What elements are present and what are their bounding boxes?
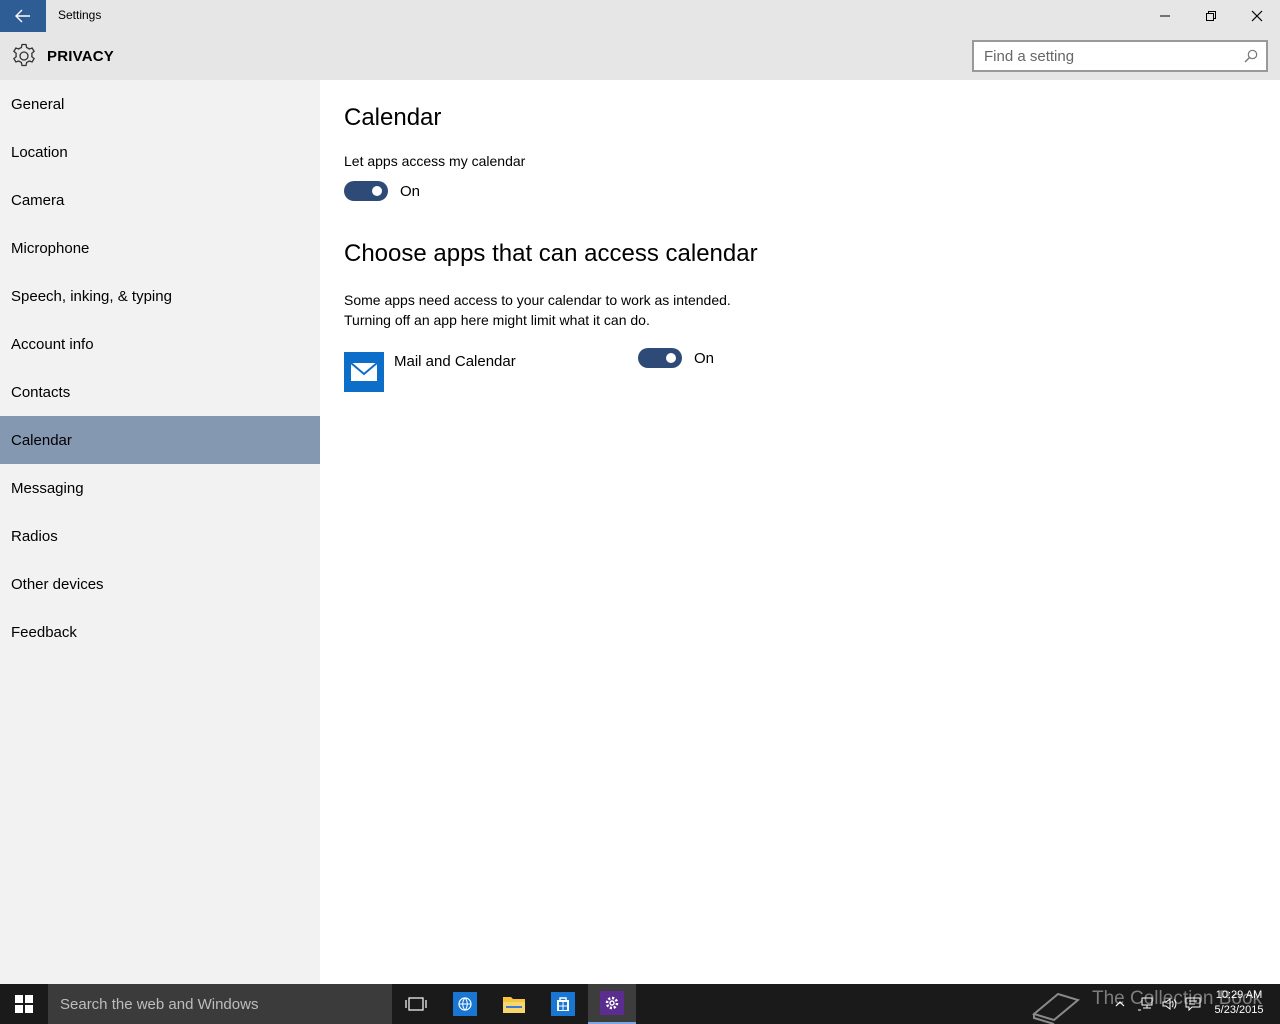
- action-center-button[interactable]: [1182, 984, 1204, 1024]
- app-name: Mail and Calendar: [394, 353, 516, 370]
- task-view-button[interactable]: [392, 984, 440, 1024]
- choose-apps-description: Some apps need access to your calendar t…: [344, 290, 731, 330]
- clock-date: 5/23/2015: [1214, 1004, 1264, 1016]
- minimize-icon: [1160, 15, 1170, 17]
- show-hidden-icons-button[interactable]: [1112, 984, 1128, 1024]
- sidebar: General Location Camera Microphone Speec…: [0, 80, 320, 984]
- taskbar-search-box[interactable]: Search the web and Windows: [48, 984, 392, 1024]
- browser-taskbar-button[interactable]: [441, 984, 489, 1024]
- settings-gear-icon: [600, 991, 624, 1015]
- mail-calendar-app-tile: [344, 352, 384, 392]
- settings-search-input[interactable]: [974, 42, 1224, 70]
- globe-icon: [453, 992, 477, 1016]
- calendar-access-toggle-state: On: [400, 183, 421, 200]
- sidebar-item-calendar[interactable]: Calendar: [0, 416, 320, 464]
- settings-taskbar-button[interactable]: [588, 984, 636, 1024]
- toggle-knob: [666, 353, 676, 363]
- calendar-access-toggle[interactable]: [344, 181, 388, 201]
- settings-search[interactable]: [972, 40, 1268, 72]
- sidebar-item-feedback[interactable]: Feedback: [0, 608, 320, 656]
- close-button[interactable]: [1234, 0, 1280, 32]
- gear-icon: [13, 43, 35, 67]
- title-bar: Settings: [0, 0, 1280, 32]
- restore-icon: [1206, 11, 1216, 21]
- clock-time: 10:29 AM: [1215, 989, 1263, 1001]
- back-button[interactable]: [0, 0, 46, 32]
- access-label: Let apps access my calendar: [344, 153, 526, 169]
- sidebar-item-account-info[interactable]: Account info: [0, 320, 320, 368]
- network-icon: [1138, 997, 1153, 1011]
- taskbar-clock[interactable]: 10:29 AM 5/23/2015: [1208, 988, 1270, 1018]
- mail-calendar-toggle[interactable]: [638, 348, 682, 368]
- book-watermark-icon: [1031, 992, 1081, 1024]
- back-arrow-icon: [15, 9, 30, 23]
- restore-button[interactable]: [1188, 0, 1234, 32]
- windows-logo-icon: [15, 995, 33, 1013]
- volume-icon: [1162, 998, 1177, 1010]
- close-icon: [1251, 10, 1263, 22]
- mail-calendar-toggle-state: On: [694, 350, 715, 367]
- store-taskbar-button[interactable]: [539, 984, 587, 1024]
- start-button[interactable]: [0, 984, 48, 1024]
- search-icon[interactable]: [1244, 49, 1258, 63]
- mail-icon: [350, 362, 378, 381]
- sidebar-item-general[interactable]: General: [0, 80, 320, 128]
- sidebar-item-speech-inking-typing[interactable]: Speech, inking, & typing: [0, 272, 320, 320]
- sidebar-item-camera[interactable]: Camera: [0, 176, 320, 224]
- chevron-up-icon: [1115, 1001, 1125, 1007]
- settings-header: PRIVACY: [0, 32, 1280, 80]
- sidebar-item-location[interactable]: Location: [0, 128, 320, 176]
- choose-apps-heading: Choose apps that can access calendar: [344, 240, 758, 267]
- description-line-2: Turning off an app here might limit what…: [344, 312, 650, 328]
- folder-icon: [503, 997, 525, 1013]
- sidebar-item-microphone[interactable]: Microphone: [0, 224, 320, 272]
- window-title: Settings: [58, 8, 102, 22]
- section-title: PRIVACY: [47, 48, 114, 65]
- description-line-1: Some apps need access to your calendar t…: [344, 292, 731, 308]
- store-icon: [551, 992, 575, 1016]
- file-explorer-taskbar-button[interactable]: [490, 984, 538, 1024]
- taskbar: Search the web and Windows The Collectio…: [0, 984, 1280, 1024]
- minimize-button[interactable]: [1142, 0, 1188, 32]
- network-tray-button[interactable]: [1134, 984, 1156, 1024]
- notification-icon: [1185, 997, 1201, 1011]
- toggle-knob: [372, 186, 382, 196]
- volume-tray-button[interactable]: [1158, 984, 1180, 1024]
- sidebar-item-messaging[interactable]: Messaging: [0, 464, 320, 512]
- sidebar-item-contacts[interactable]: Contacts: [0, 368, 320, 416]
- page-title: Calendar: [344, 104, 442, 131]
- task-view-icon: [405, 997, 427, 1011]
- sidebar-item-radios[interactable]: Radios: [0, 512, 320, 560]
- sidebar-item-other-devices[interactable]: Other devices: [0, 560, 320, 608]
